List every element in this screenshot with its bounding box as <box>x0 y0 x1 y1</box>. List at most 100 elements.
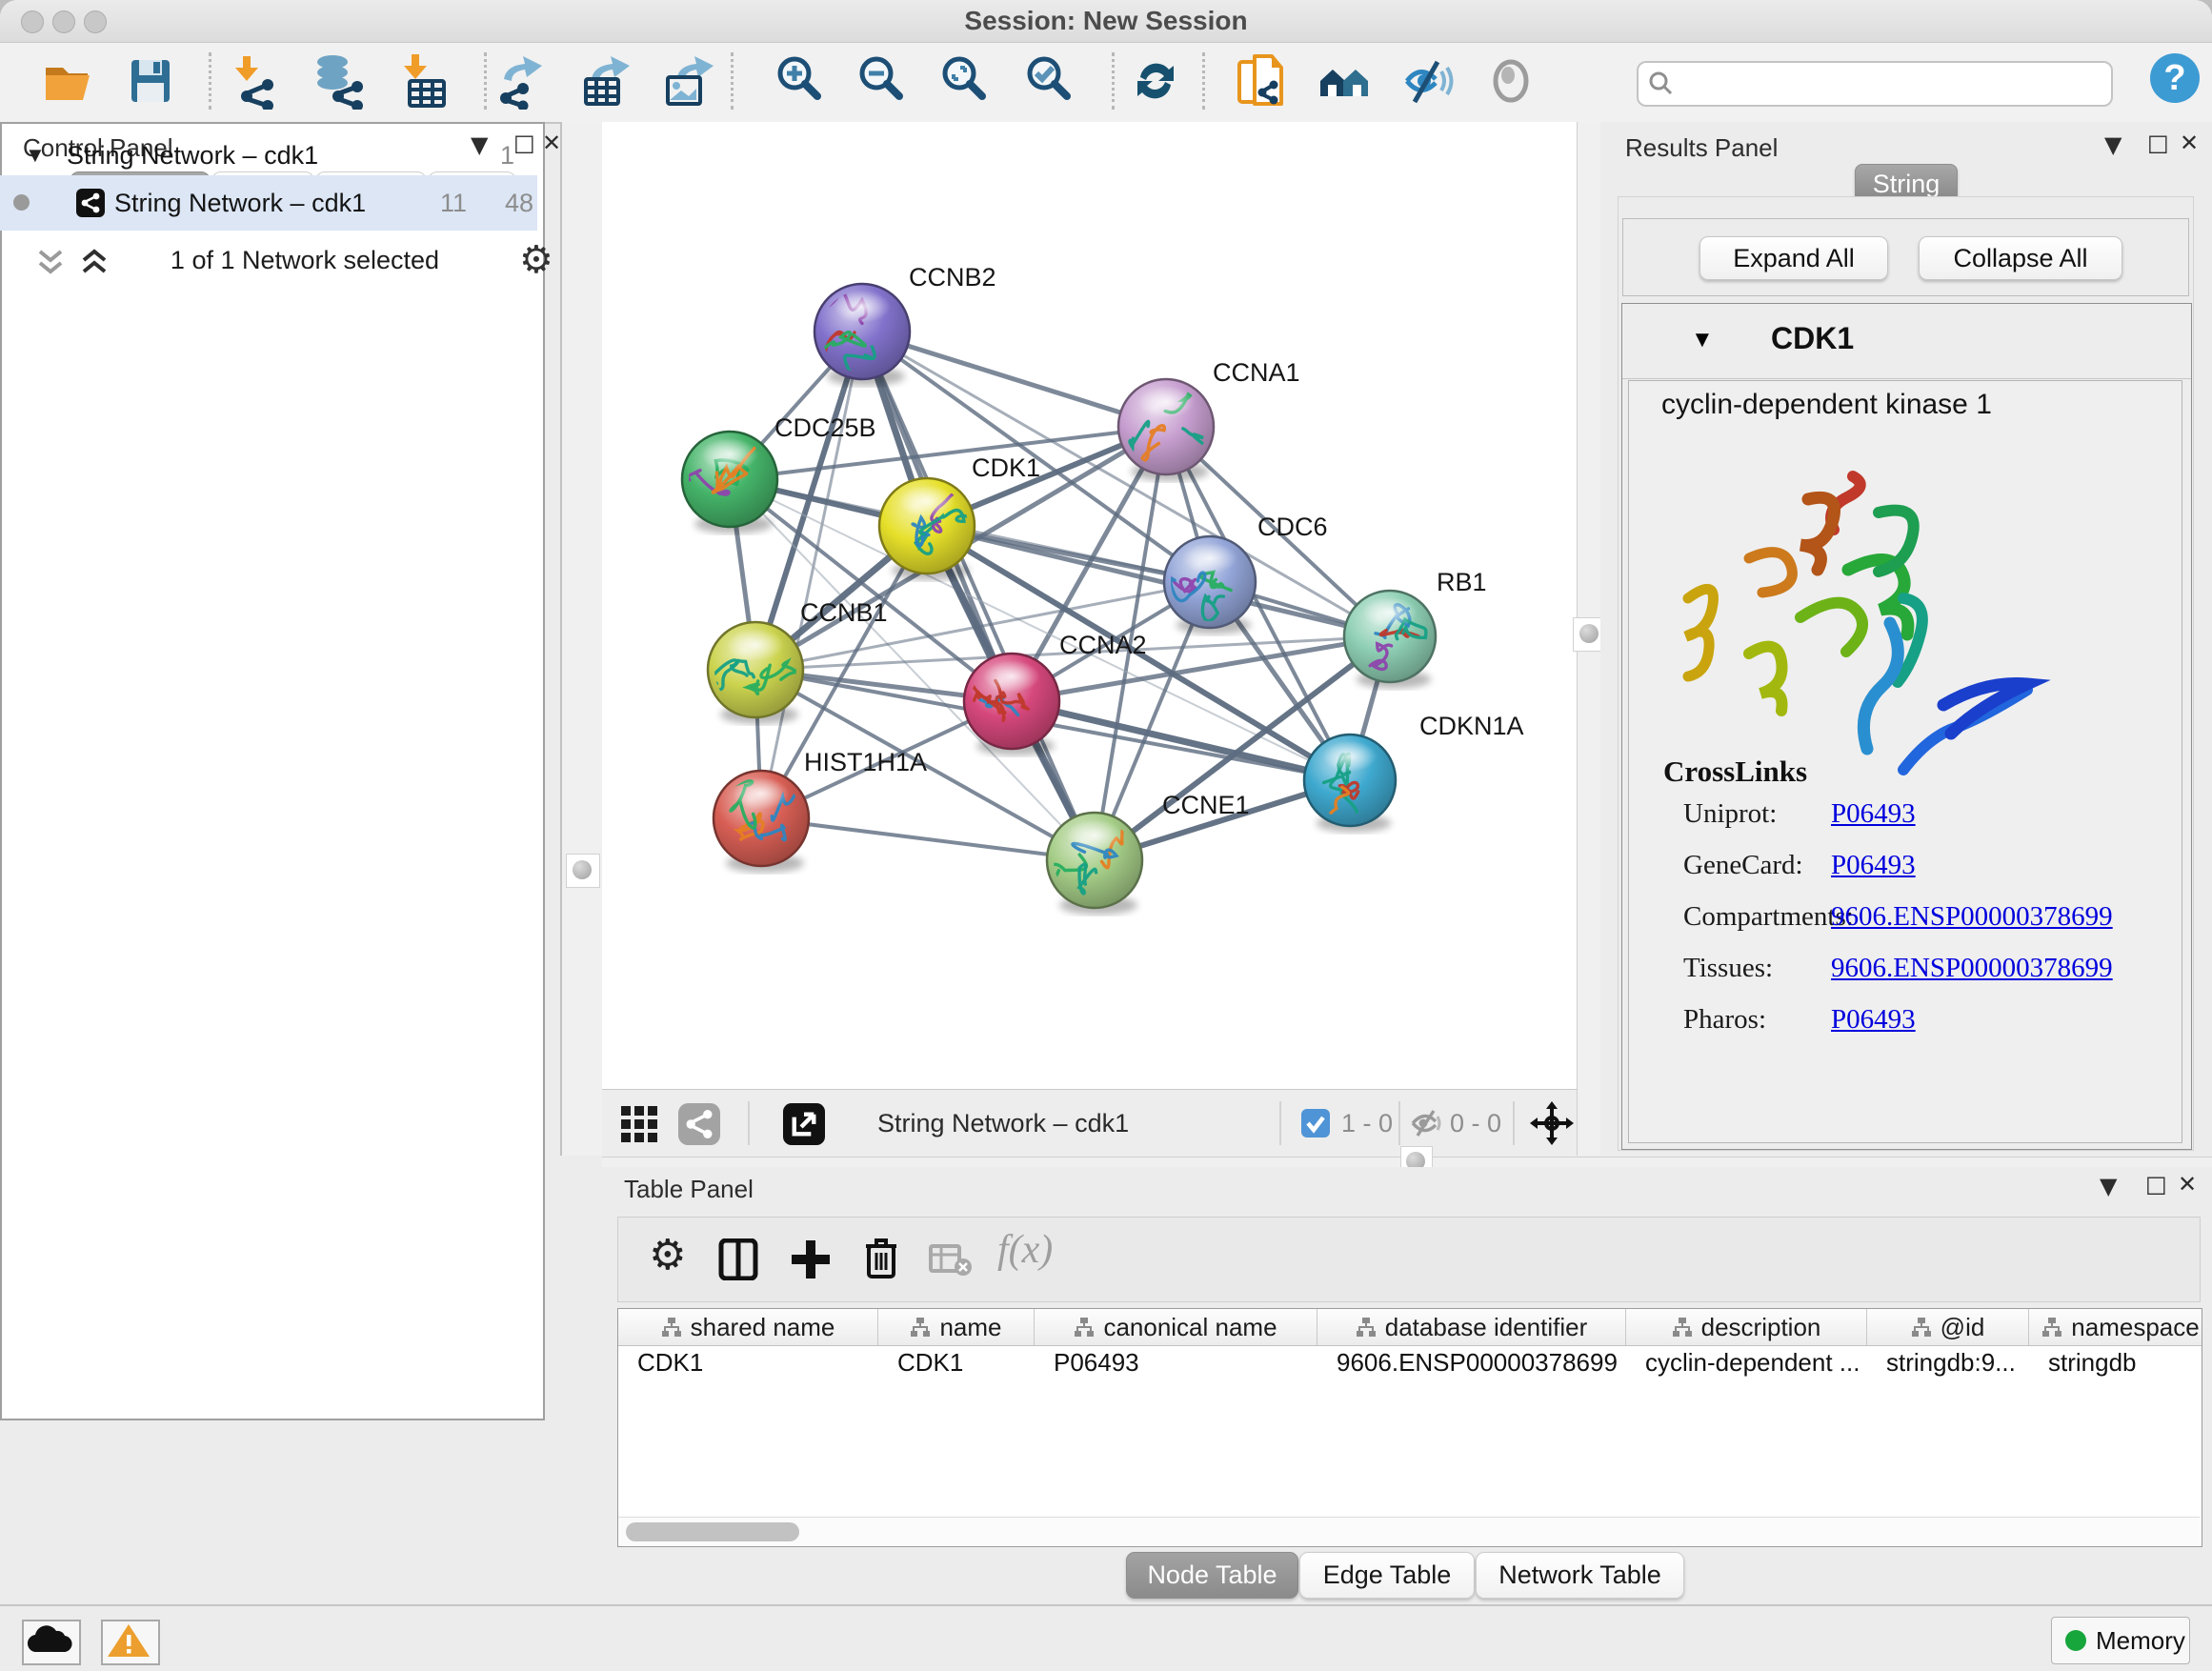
table-cell[interactable]: CDK1 <box>878 1345 1035 1380</box>
column-type-icon <box>2041 1317 2062 1338</box>
column-header-name[interactable]: name <box>878 1309 1035 1345</box>
birdseye-toggle-icon[interactable] <box>783 1103 825 1145</box>
delete-column-trash-icon[interactable] <box>860 1237 902 1280</box>
save-session-icon[interactable] <box>122 52 179 110</box>
export-table-icon[interactable] <box>578 52 635 110</box>
search-input[interactable] <box>1637 61 2113 107</box>
table-settings-gear-icon[interactable]: ⚙ <box>649 1231 686 1279</box>
table-cell[interactable]: stringdb:9... <box>1867 1345 2029 1380</box>
network-edge-CCNB2-CCNE1[interactable] <box>862 332 1095 860</box>
column-header-description[interactable]: description <box>1626 1309 1867 1345</box>
node-label-CDK1: CDK1 <box>972 453 1040 482</box>
network-row-selected[interactable]: String Network – cdk1 11 48 <box>0 175 537 231</box>
expand-all-icon[interactable] <box>78 248 114 278</box>
export-network-icon[interactable] <box>496 52 553 110</box>
zoom-out-icon[interactable] <box>854 52 911 110</box>
collapse-arrow-icon[interactable]: ▼ <box>25 135 46 175</box>
tab-network-table[interactable]: Network Table <box>1476 1552 1684 1599</box>
network-node-CCNB1[interactable] <box>704 622 803 724</box>
gene-section-header[interactable]: ▼ CDK1 <box>1622 304 2191 379</box>
expand-all-button[interactable]: Expand All <box>1699 236 1888 280</box>
network-edge-HIST1H1A-CCNE1[interactable] <box>761 818 1095 860</box>
memory-button[interactable]: Memory <box>2051 1617 2190 1664</box>
cloud-status-button[interactable] <box>22 1620 81 1665</box>
open-session-icon[interactable] <box>38 52 95 110</box>
network-node-CDKN1A[interactable] <box>1304 735 1396 833</box>
section-collapse-arrow-icon[interactable]: ▼ <box>1691 327 1714 353</box>
zoom-fit-icon[interactable] <box>936 52 994 110</box>
node-label-HIST1H1A: HIST1H1A <box>804 748 927 776</box>
table-cell[interactable]: P06493 <box>1035 1345 1317 1380</box>
refresh-icon[interactable] <box>1127 52 1184 110</box>
column-header-shared-name[interactable]: shared name <box>618 1309 878 1345</box>
tab-edge-table[interactable]: Edge Table <box>1299 1552 1475 1599</box>
table-cell[interactable]: CDK1 <box>618 1345 878 1380</box>
splitter-network-results[interactable] <box>1577 122 1602 1156</box>
network-node-CDK1[interactable] <box>879 478 975 580</box>
hide-panels-eye-slash-icon[interactable] <box>1399 52 1457 110</box>
network-edge-CDK1-RB1[interactable] <box>927 526 1390 636</box>
export-image-icon[interactable] <box>660 52 717 110</box>
column-header-database-identifier[interactable]: database identifier <box>1317 1309 1626 1345</box>
network-view-canvas[interactable]: CCNB2CCNA1CDC25BCDK1CDC6RB1CCNB1CCNA2CDK… <box>602 122 1577 1089</box>
splitter-control-network[interactable] <box>560 122 605 1156</box>
import-network-icon[interactable] <box>230 52 287 110</box>
network-tree: ▼ String Network – cdk1 1 String Network… <box>0 122 545 1420</box>
crosslink-link[interactable]: P06493 <box>1831 850 1916 880</box>
import-table-icon[interactable] <box>394 52 452 110</box>
column-header--id[interactable]: @id <box>1867 1309 2029 1345</box>
network-collection-row[interactable]: ▼ String Network – cdk1 1 <box>0 135 537 175</box>
network-node-CCNA2[interactable] <box>959 654 1059 755</box>
show-panel-eye-icon[interactable] <box>1482 52 1539 110</box>
tab-node-table[interactable]: Node Table <box>1126 1552 1298 1599</box>
network-node-CCNE1[interactable] <box>1047 813 1142 915</box>
table-cell[interactable]: 9606.ENSP00000378699 <box>1317 1345 1626 1380</box>
results-panel-maximize-icon[interactable]: □ <box>2147 130 2169 156</box>
selected-counts: 1 - 0 <box>1341 1090 1393 1157</box>
control-panel-close-icon[interactable]: ✕ <box>542 130 561 156</box>
import-network-from-database-icon[interactable] <box>310 52 367 110</box>
node-label-CCNA2: CCNA2 <box>1059 631 1147 659</box>
table-panel-close-icon[interactable]: ✕ <box>2178 1171 2197 1198</box>
split-columns-icon[interactable] <box>717 1238 759 1280</box>
network-edge-CCNB2-HIST1H1A[interactable] <box>761 332 862 818</box>
network-selected-summary: 1 of 1 Network selected <box>114 246 495 275</box>
network-node-RB1[interactable] <box>1344 591 1436 689</box>
table-panel-float-icon[interactable]: ▼ <box>2100 1173 2117 1199</box>
scrollbar-thumb[interactable] <box>626 1522 799 1541</box>
fit-content-crosshair-icon[interactable] <box>1530 1101 1574 1145</box>
share-document-icon[interactable] <box>1232 52 1289 110</box>
results-panel-close-icon[interactable]: ✕ <box>2180 130 2199 156</box>
title-bar: Session: New Session <box>0 0 2212 43</box>
crosslink-link[interactable]: P06493 <box>1831 798 1916 829</box>
network-edge-CCNA2-CDKN1A[interactable] <box>1012 701 1350 780</box>
table-panel-maximize-icon[interactable]: □ <box>2145 1171 2167 1198</box>
network-node-CDC25B[interactable] <box>669 432 778 534</box>
help-icon[interactable]: ? <box>2146 50 2203 107</box>
zoom-in-icon[interactable] <box>772 52 829 110</box>
crosslink-link[interactable]: 9606.ENSP00000378699 <box>1831 901 2113 932</box>
crosslink-link[interactable]: P06493 <box>1831 1004 1916 1035</box>
network-node-CCNB2[interactable] <box>803 284 910 386</box>
column-header-canonical-name[interactable]: canonical name <box>1035 1309 1317 1345</box>
add-column-icon[interactable] <box>790 1238 832 1280</box>
home-icon[interactable] <box>1317 52 1374 110</box>
selected-checkbox-icon[interactable] <box>1301 1109 1330 1137</box>
crosslink-row: GeneCard:P06493 <box>1629 850 2182 901</box>
warnings-button[interactable] <box>101 1620 160 1665</box>
grid-view-icon[interactable] <box>619 1104 659 1144</box>
collapse-all-icon[interactable] <box>34 248 70 278</box>
table-cell[interactable]: cyclin-dependent ... <box>1626 1345 1867 1380</box>
collapse-all-button[interactable]: Collapse All <box>1919 236 2122 280</box>
table-cell[interactable]: stringdb <box>2029 1345 2202 1380</box>
zoom-selected-icon[interactable] <box>1021 52 1078 110</box>
network-options-gear-icon[interactable]: ⚙ <box>519 238 553 282</box>
network-view-icon-disabled[interactable] <box>678 1103 720 1145</box>
crosslink-link[interactable]: 9606.ENSP00000378699 <box>1831 953 2113 983</box>
gene-description: cyclin-dependent kinase 1 <box>1661 389 1992 421</box>
splitter-handle[interactable] <box>566 854 600 888</box>
table-horizontal-scrollbar[interactable] <box>618 1517 2200 1546</box>
column-header-namespace[interactable]: namespace <box>2029 1309 2202 1345</box>
network-node-HIST1H1A[interactable] <box>714 771 809 873</box>
results-panel-float-icon[interactable]: ▼ <box>2104 131 2122 158</box>
